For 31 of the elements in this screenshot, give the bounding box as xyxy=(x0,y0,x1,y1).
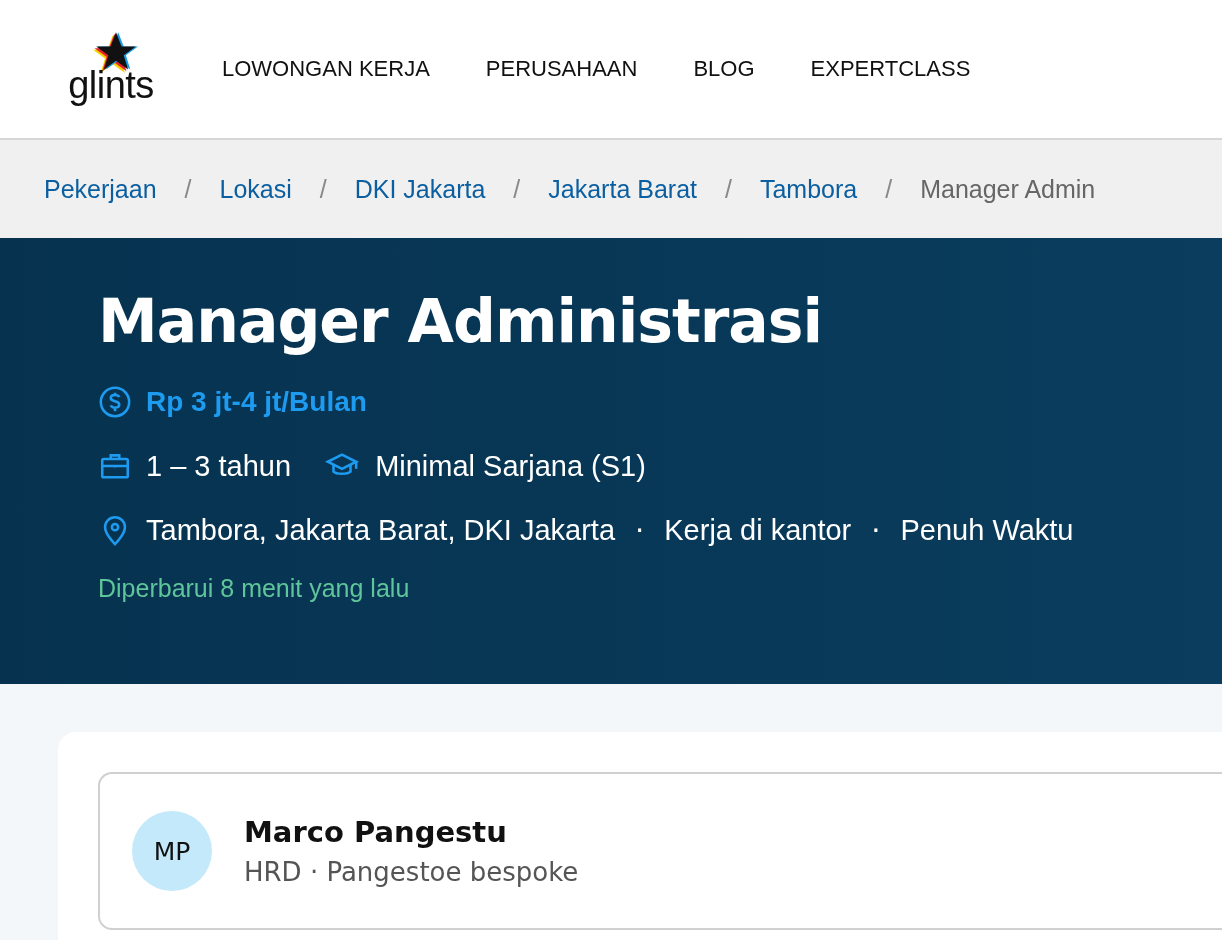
breadcrumb-separator: / xyxy=(184,174,192,204)
separator-dot: · xyxy=(871,513,881,547)
breadcrumb-current: Manager Admin xyxy=(920,174,1096,204)
breadcrumb-link[interactable]: Jakarta Barat xyxy=(548,174,697,204)
breadcrumb-separator: / xyxy=(885,174,893,204)
location-text: Tambora, Jakarta Barat, DKI Jakarta xyxy=(146,513,616,547)
location-text: Penuh Waktu xyxy=(900,513,1074,547)
education-text: Minimal Sarjana (S1) xyxy=(375,449,646,483)
recruiter-role: HRD · Pangestoe bespoke xyxy=(244,857,579,887)
avatar: MP xyxy=(132,811,212,891)
experience-text: 1 – 3 tahun xyxy=(146,449,292,483)
breadcrumb-separator: / xyxy=(319,174,327,204)
nav-link[interactable]: BLOG xyxy=(693,56,755,82)
breadcrumb-separator: / xyxy=(725,174,732,204)
breadcrumb-link[interactable]: DKI Jakarta xyxy=(354,174,486,204)
nav-link[interactable]: PERUSAHAAN xyxy=(485,56,638,82)
nav-link[interactable]: LOWONGAN KERJA xyxy=(222,56,430,82)
glints-logo[interactable]: glints xyxy=(56,30,166,104)
job-title: Manager Administrasi xyxy=(98,286,824,356)
salary-text: Rp 3 jt-4 jt/Bulan xyxy=(146,386,367,418)
updated-time: Diperbarui 8 menit yang lalu xyxy=(98,574,411,603)
breadcrumb-link[interactable]: Lokasi xyxy=(219,174,292,204)
breadcrumb-link[interactable]: Tambora xyxy=(759,174,858,204)
location-text: Kerja di kantor xyxy=(664,513,852,547)
nav-link[interactable]: EXPERTCLASS xyxy=(810,56,971,82)
dollar-coin-icon xyxy=(98,385,132,419)
logo-text: glints xyxy=(68,66,154,104)
separator-dot: · xyxy=(635,513,645,547)
breadcrumb-separator: / xyxy=(513,174,521,204)
breadcrumb-link[interactable]: Pekerjaan xyxy=(44,174,157,204)
recruiter-name: Marco Pangestu xyxy=(244,815,508,849)
